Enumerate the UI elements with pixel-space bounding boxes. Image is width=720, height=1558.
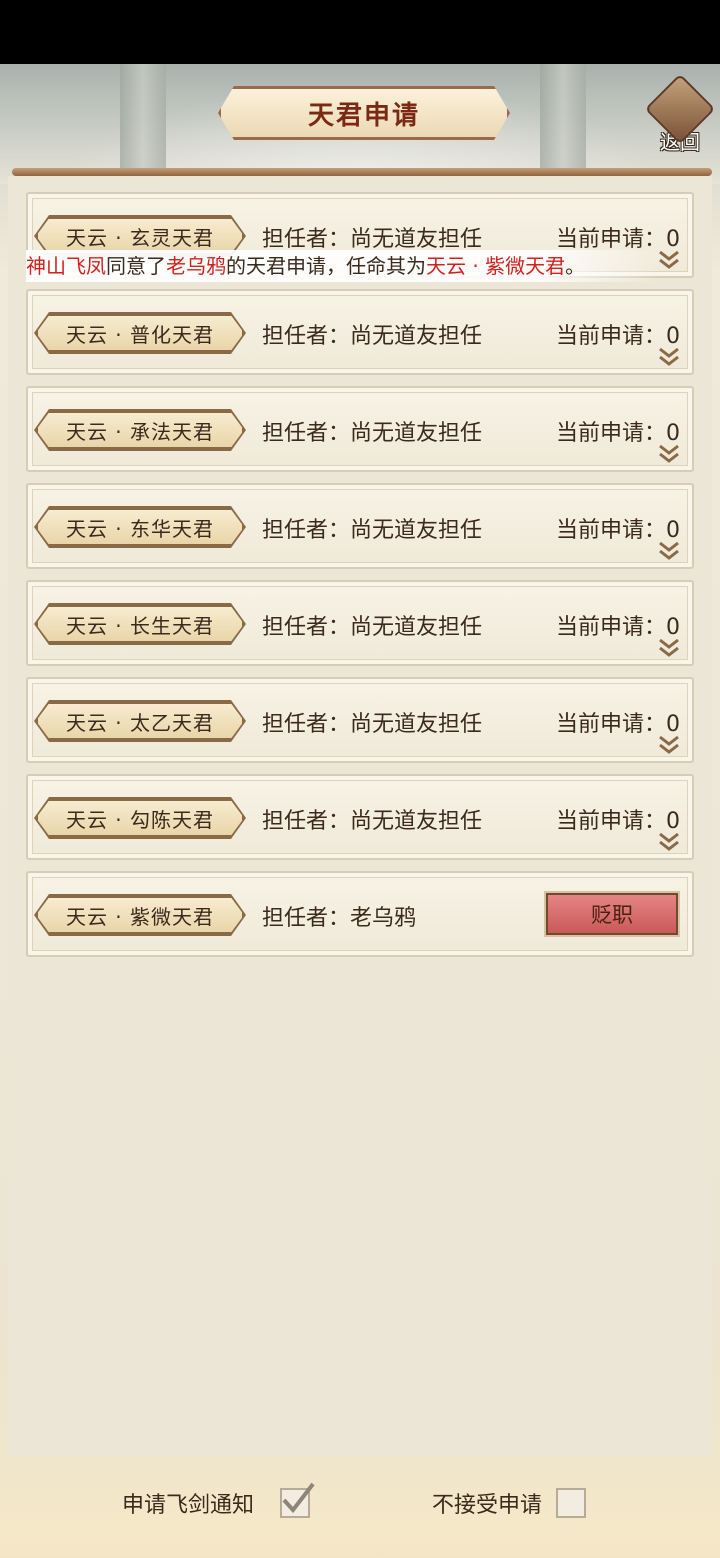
notice-text-2: 的天君申请，任命其为 (226, 254, 426, 278)
position-title: 天云 · 玄灵天君 (65, 225, 215, 250)
page-title: 天君申请 (307, 100, 420, 131)
reject-label: 不接受申请 (432, 1493, 543, 1518)
application-count: 当前申请：0 (556, 712, 680, 737)
application-count: 当前申请：0 (556, 421, 680, 446)
position-tag: 天云 · 长生天君 (36, 605, 244, 643)
position-title: 天云 · 太乙天君 (65, 710, 215, 735)
application-count: 当前申请：0 (556, 227, 680, 252)
list-item: 天云 · 东华天君 担任者：尚无道友担任 当前申请：0 (26, 483, 694, 569)
position-title: 天云 · 紫微天君 (65, 904, 215, 929)
notice-text-1: 同意了 (106, 254, 166, 278)
holder-text: 担任者：尚无道友担任 (262, 712, 483, 737)
application-count: 当前申请：0 (556, 324, 680, 349)
expand-chevron-icon[interactable] (658, 347, 680, 367)
holder-text: 担任者：尚无道友担任 (262, 227, 483, 252)
notice-position: 天云 · 紫微天君 (426, 254, 566, 278)
notify-label: 申请飞剑通知 (122, 1493, 255, 1518)
position-tag: 天云 · 承法天君 (36, 411, 244, 449)
position-title: 天云 · 承法天君 (65, 419, 215, 444)
position-tag: 天云 · 紫微天君 (36, 896, 244, 934)
checkmark-icon (282, 1482, 315, 1514)
position-title: 天云 · 普化天君 (65, 322, 215, 347)
expand-chevron-icon[interactable] (658, 735, 680, 755)
holder-text: 担任者：尚无道友担任 (262, 809, 483, 834)
holder-text: 担任者：尚无道友担任 (262, 615, 483, 640)
page-title-plate: 天君申请 (218, 86, 510, 140)
holder-text: 担任者：老乌鸦 (262, 906, 417, 931)
back-button[interactable]: 返回 (644, 73, 716, 158)
app-screen: 天君申请 返回 天云 · 玄灵天君 担任者：尚无道友担任 当前申请：0 天云 ·… (0, 64, 720, 1558)
dismiss-button[interactable]: 贬职 (546, 893, 678, 935)
status-bar (0, 0, 720, 64)
position-title: 天云 · 勾陈天君 (65, 807, 215, 832)
expand-chevron-icon[interactable] (658, 541, 680, 561)
position-tag: 天云 · 太乙天君 (36, 702, 244, 740)
list-item: 天云 · 普化天君 担任者：尚无道友担任 当前申请：0 (26, 289, 694, 375)
application-count: 当前申请：0 (556, 518, 680, 543)
pillar-left (120, 64, 166, 174)
expand-chevron-icon[interactable] (658, 444, 680, 464)
position-tag: 天云 · 勾陈天君 (36, 799, 244, 837)
notice-text-3: 。 (565, 254, 586, 278)
holder-text: 担任者：尚无道友担任 (262, 324, 483, 349)
position-title: 天云 · 东华天君 (65, 516, 215, 541)
holder-text: 担任者：尚无道友担任 (262, 421, 483, 446)
notify-option[interactable]: 申请飞剑通知 (122, 1482, 315, 1519)
list-item: 天云 · 紫微天君 担任者：老乌鸦 贬职 (26, 871, 694, 957)
notice-actor: 神山飞凤 (26, 254, 106, 278)
notify-checkbox[interactable] (280, 1482, 315, 1518)
back-icon (644, 73, 716, 145)
list-item: 天云 · 长生天君 担任者：尚无道友担任 当前申请：0 (26, 580, 694, 666)
pillar-right (540, 64, 586, 174)
application-count: 当前申请：0 (556, 615, 680, 640)
expand-chevron-icon[interactable] (658, 638, 680, 658)
notice-target: 老乌鸦 (166, 254, 226, 278)
footer-background (0, 1468, 720, 1558)
reject-checkbox[interactable] (556, 1488, 587, 1518)
list-item: 天云 · 太乙天君 担任者：尚无道友担任 当前申请：0 (26, 677, 694, 763)
list-item: 天云 · 承法天君 担任者：尚无道友担任 当前申请：0 (26, 386, 694, 472)
position-tag: 天云 · 普化天君 (36, 314, 244, 352)
header-rail (12, 168, 712, 176)
reject-option[interactable]: 不接受申请 (432, 1487, 587, 1519)
position-tag: 天云 · 东华天君 (36, 508, 244, 546)
application-count: 当前申请：0 (556, 809, 680, 834)
position-title: 天云 · 长生天君 (65, 613, 215, 638)
expand-chevron-icon[interactable] (658, 832, 680, 852)
appointment-notice: 神山飞凤同意了老乌鸦的天君申请，任命其为天云 · 紫微天君。 (26, 250, 662, 282)
holder-text: 担任者：尚无道友担任 (262, 518, 483, 543)
list-item: 天云 · 勾陈天君 担任者：尚无道友担任 当前申请：0 (26, 774, 694, 860)
